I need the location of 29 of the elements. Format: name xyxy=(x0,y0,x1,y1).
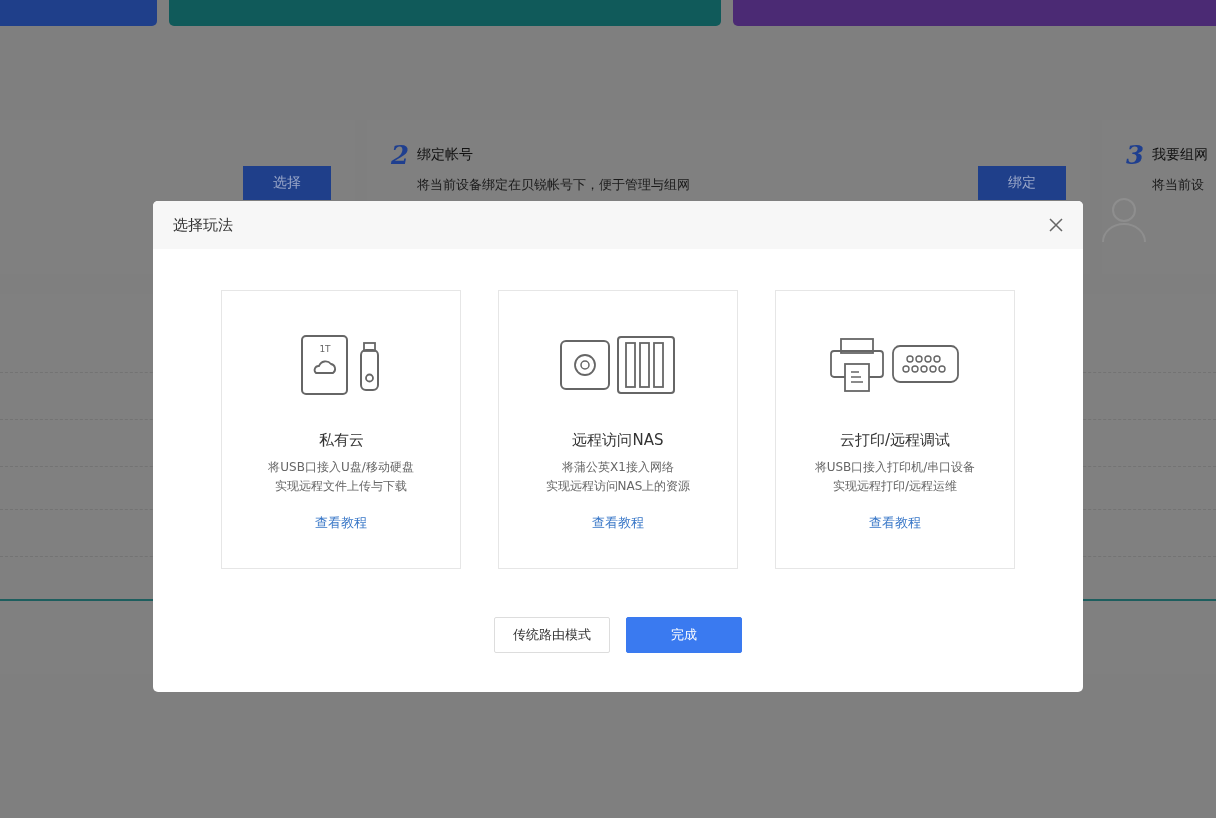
router-mode-button[interactable]: 传统路由模式 xyxy=(494,617,610,653)
option-description: 将USB口接入U盘/移动硬盘 xyxy=(268,459,414,476)
option-description: 实现远程访问NAS上的资源 xyxy=(545,478,691,495)
tutorial-link[interactable]: 查看教程 xyxy=(315,514,367,532)
step-button[interactable]: 绑定 xyxy=(978,166,1066,200)
nas-device-icon xyxy=(560,336,676,394)
tutorial-link[interactable]: 查看教程 xyxy=(869,514,921,532)
option-description: 将蒲公英X1接入网络 xyxy=(562,459,674,476)
step-number: 3 xyxy=(1126,140,1145,170)
step-number: 2 xyxy=(391,140,410,170)
option-title: 远程访问NAS xyxy=(572,431,664,450)
option-title: 云打印/远程调试 xyxy=(839,431,951,450)
option-title: 私有云 xyxy=(318,431,364,450)
confirm-button[interactable]: 完成 xyxy=(626,617,742,653)
step-description: 将当前设备绑定在贝锐帐号下，便于管理与组网 xyxy=(417,176,690,194)
option-card[interactable]: 云打印/远程调试 将USB口接入打印机/串口设备 实现远程打印/远程运维 查看教程 xyxy=(775,290,1015,569)
option-description: 实现远程打印/远程运维 xyxy=(832,478,957,495)
tutorial-link[interactable]: 查看教程 xyxy=(592,514,644,532)
step-button[interactable]: 选择 xyxy=(243,166,331,200)
step-title: 我要组网 xyxy=(1152,146,1209,164)
close-icon[interactable] xyxy=(1049,218,1063,232)
printer-serial-port-icon xyxy=(830,338,960,392)
option-card[interactable]: 1T 私有云 将USB口接入U盘/移动硬盘 实现远程文件上传与下载 查看教程 xyxy=(221,290,461,569)
dialog-title: 选择玩法 xyxy=(173,215,233,235)
step-description: 将当前设 xyxy=(1152,176,1204,194)
step-title: 绑定帐号 xyxy=(417,146,474,164)
option-description: 实现远程文件上传与下载 xyxy=(275,478,407,495)
option-card[interactable]: 远程访问NAS 将蒲公英X1接入网络 实现远程访问NAS上的资源 查看教程 xyxy=(498,290,738,569)
option-description: 将USB口接入打印机/串口设备 xyxy=(814,459,976,476)
